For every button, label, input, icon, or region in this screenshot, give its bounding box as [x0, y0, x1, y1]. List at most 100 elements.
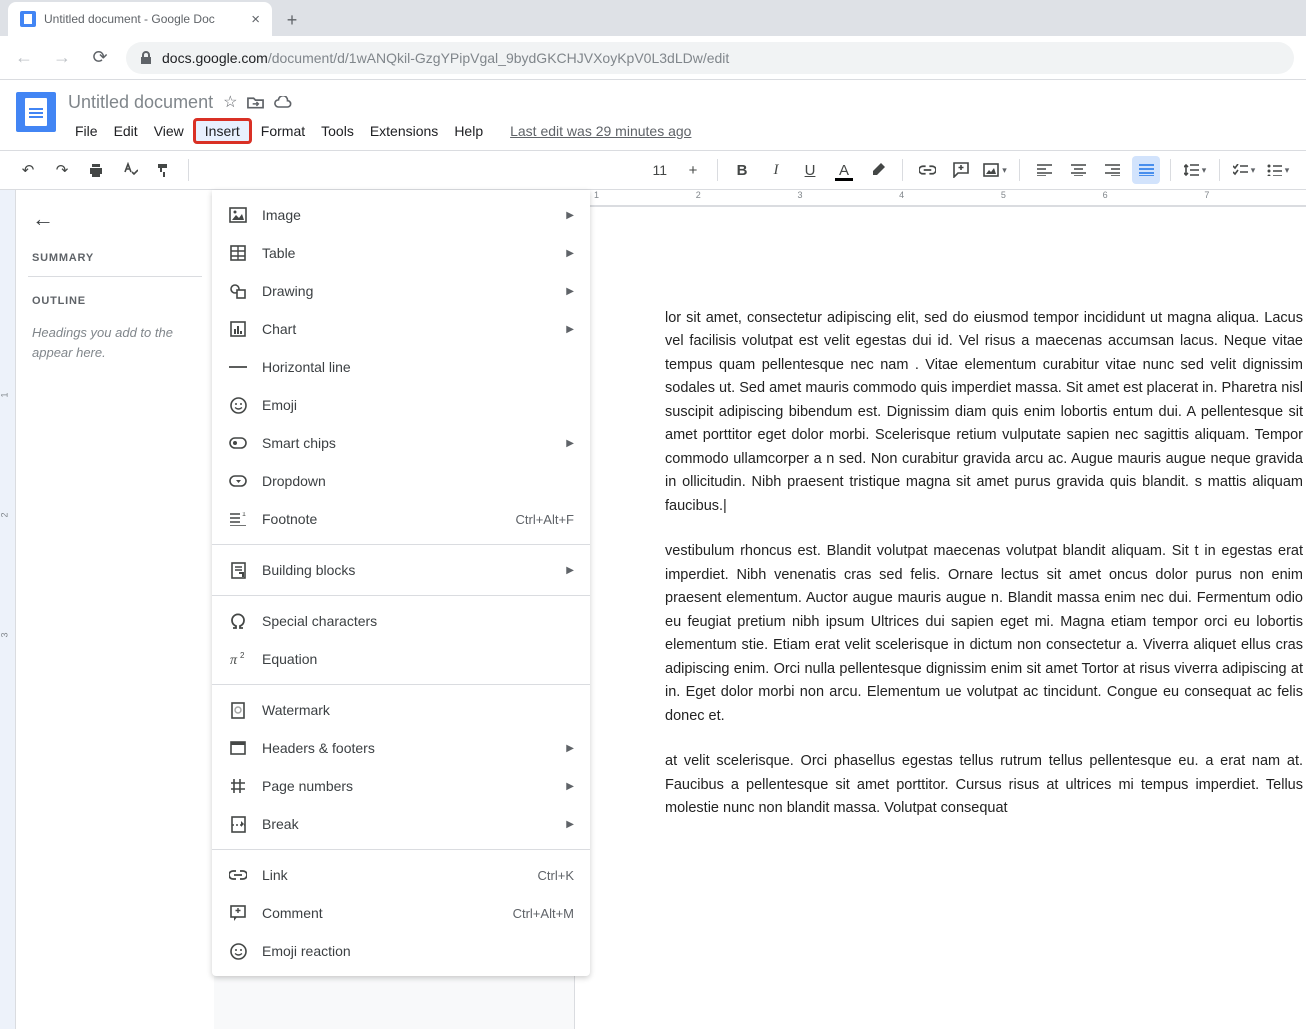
menu-item-image[interactable]: Image▶ — [212, 196, 590, 234]
content-area: 1 2 3 ← SUMMARY OUTLINE Headings you add… — [0, 190, 1306, 1029]
checklist-button[interactable] — [1230, 156, 1258, 184]
new-tab-button[interactable]: + — [278, 6, 306, 34]
submenu-arrow-icon: ▶ — [566, 781, 574, 792]
last-edit-link[interactable]: Last edit was 29 minutes ago — [510, 123, 691, 139]
menu-separator — [212, 595, 590, 596]
headers-icon — [228, 738, 248, 758]
align-left-button[interactable] — [1030, 156, 1058, 184]
document-title[interactable]: Untitled document — [68, 92, 213, 113]
menu-item-label: Page numbers — [262, 778, 558, 794]
undo-button[interactable]: ↶ — [14, 156, 42, 184]
close-tab-icon[interactable]: × — [251, 11, 260, 28]
menu-item-horizontal-line[interactable]: Horizontal line — [212, 348, 590, 386]
equation-icon: π2 — [228, 649, 248, 669]
insert-link-button[interactable] — [913, 156, 941, 184]
url-bar[interactable]: docs.google.com/document/d/1wANQkil-GzgY… — [126, 42, 1294, 74]
submenu-arrow-icon: ▶ — [566, 210, 574, 221]
chips-icon — [228, 433, 248, 453]
align-right-button[interactable] — [1098, 156, 1126, 184]
menu-item-chart[interactable]: Chart▶ — [212, 310, 590, 348]
toolbar-separator — [1019, 159, 1020, 181]
dropdown-icon — [228, 471, 248, 491]
bulleted-list-button[interactable] — [1264, 156, 1292, 184]
menu-shortcut: Ctrl+K — [538, 868, 574, 883]
forward-button[interactable]: → — [50, 47, 74, 68]
paint-format-button[interactable] — [150, 156, 178, 184]
insert-image-button[interactable] — [981, 156, 1009, 184]
back-button[interactable]: ← — [12, 47, 36, 68]
svg-text:1: 1 — [242, 512, 246, 518]
menu-item-smart-chips[interactable]: Smart chips▶ — [212, 424, 590, 462]
menu-item-label: Comment — [262, 905, 513, 921]
cloud-status-icon[interactable] — [274, 96, 292, 109]
link-icon — [228, 865, 248, 885]
align-justify-button[interactable] — [1132, 156, 1160, 184]
menu-item-equation[interactable]: π2Equation — [212, 640, 590, 678]
move-icon[interactable] — [247, 95, 264, 110]
toolbar-separator — [902, 159, 903, 181]
toolbar-separator — [1170, 159, 1171, 181]
menu-file[interactable]: File — [68, 119, 105, 143]
pagenum-icon — [228, 776, 248, 796]
docs-logo[interactable] — [16, 92, 56, 132]
blocks-icon — [228, 560, 248, 580]
star-icon[interactable]: ☆ — [223, 92, 237, 112]
menu-item-drawing[interactable]: Drawing▶ — [212, 272, 590, 310]
italic-button[interactable]: I — [762, 156, 790, 184]
menu-item-comment[interactable]: CommentCtrl+Alt+M — [212, 894, 590, 932]
menu-item-page-numbers[interactable]: Page numbers ▶ — [212, 767, 590, 805]
menu-item-headers-footers[interactable]: Headers & footers▶ — [212, 729, 590, 767]
menu-extensions[interactable]: Extensions — [363, 119, 445, 143]
browser-tab[interactable]: Untitled document - Google Doc × — [8, 2, 272, 36]
svg-text:π: π — [230, 653, 238, 667]
print-button[interactable] — [82, 156, 110, 184]
menu-item-label: Footnote — [262, 511, 515, 527]
menu-format[interactable]: Format — [254, 119, 312, 143]
menu-item-table[interactable]: Table▶ — [212, 234, 590, 272]
menu-item-watermark[interactable]: Watermark — [212, 691, 590, 729]
menu-help[interactable]: Help — [447, 119, 490, 143]
redo-button[interactable]: ↷ — [48, 156, 76, 184]
align-center-button[interactable] — [1064, 156, 1092, 184]
submenu-arrow-icon: ▶ — [566, 438, 574, 449]
menu-view[interactable]: View — [147, 119, 191, 143]
reaction-icon — [228, 941, 248, 961]
font-size-input[interactable]: 11 — [646, 156, 673, 184]
menu-item-footnote[interactable]: 1FootnoteCtrl+Alt+F — [212, 500, 590, 538]
menu-insert[interactable]: Insert — [193, 118, 252, 144]
highlight-button[interactable] — [864, 156, 892, 184]
bold-button[interactable]: B — [728, 156, 756, 184]
menu-item-label: Chart — [262, 321, 558, 337]
menu-item-building-blocks[interactable]: Building blocks▶ — [212, 551, 590, 589]
menu-item-special-characters[interactable]: Special characters — [212, 602, 590, 640]
url-text: docs.google.com/document/d/1wANQkil-GzgY… — [162, 50, 729, 66]
menu-item-dropdown[interactable]: Dropdown — [212, 462, 590, 500]
browser-chrome: Untitled document - Google Doc × + ← → ⟳… — [0, 0, 1306, 80]
line-spacing-button[interactable] — [1181, 156, 1209, 184]
menu-item-emoji-reaction[interactable]: Emoji reaction — [212, 932, 590, 970]
summary-heading: SUMMARY — [32, 252, 202, 264]
reload-button[interactable]: ⟳ — [88, 47, 112, 68]
menu-separator — [212, 544, 590, 545]
font-size-increase[interactable]: + — [679, 156, 707, 184]
svg-text:2: 2 — [240, 652, 245, 660]
menu-item-link[interactable]: LinkCtrl+K — [212, 856, 590, 894]
menu-tools[interactable]: Tools — [314, 119, 361, 143]
insert-menu-dropdown[interactable]: Image▶Table▶Drawing▶Chart▶Horizontal lin… — [212, 190, 590, 976]
footnote-icon: 1 — [228, 509, 248, 529]
menu-item-label: Emoji reaction — [262, 943, 574, 959]
document-page[interactable]: lor sit amet, consectetur adipiscing eli… — [574, 206, 1306, 1029]
text-color-button[interactable]: A — [830, 156, 858, 184]
menu-edit[interactable]: Edit — [107, 119, 145, 143]
outline-heading: OUTLINE — [32, 295, 202, 307]
paragraph-text: vestibulum rhoncus est. Blandit volutpat… — [665, 540, 1303, 728]
underline-button[interactable]: U — [796, 156, 824, 184]
toolbar-separator — [188, 159, 189, 181]
spellcheck-button[interactable] — [116, 156, 144, 184]
menu-item-emoji[interactable]: Emoji — [212, 386, 590, 424]
add-comment-button[interactable] — [947, 156, 975, 184]
menu-item-break[interactable]: Break▶ — [212, 805, 590, 843]
toolbar-separator — [717, 159, 718, 181]
collapse-sidebar-button[interactable]: ← — [32, 206, 202, 232]
paragraph-text: lor sit amet, consectetur adipiscing eli… — [665, 310, 1303, 514]
